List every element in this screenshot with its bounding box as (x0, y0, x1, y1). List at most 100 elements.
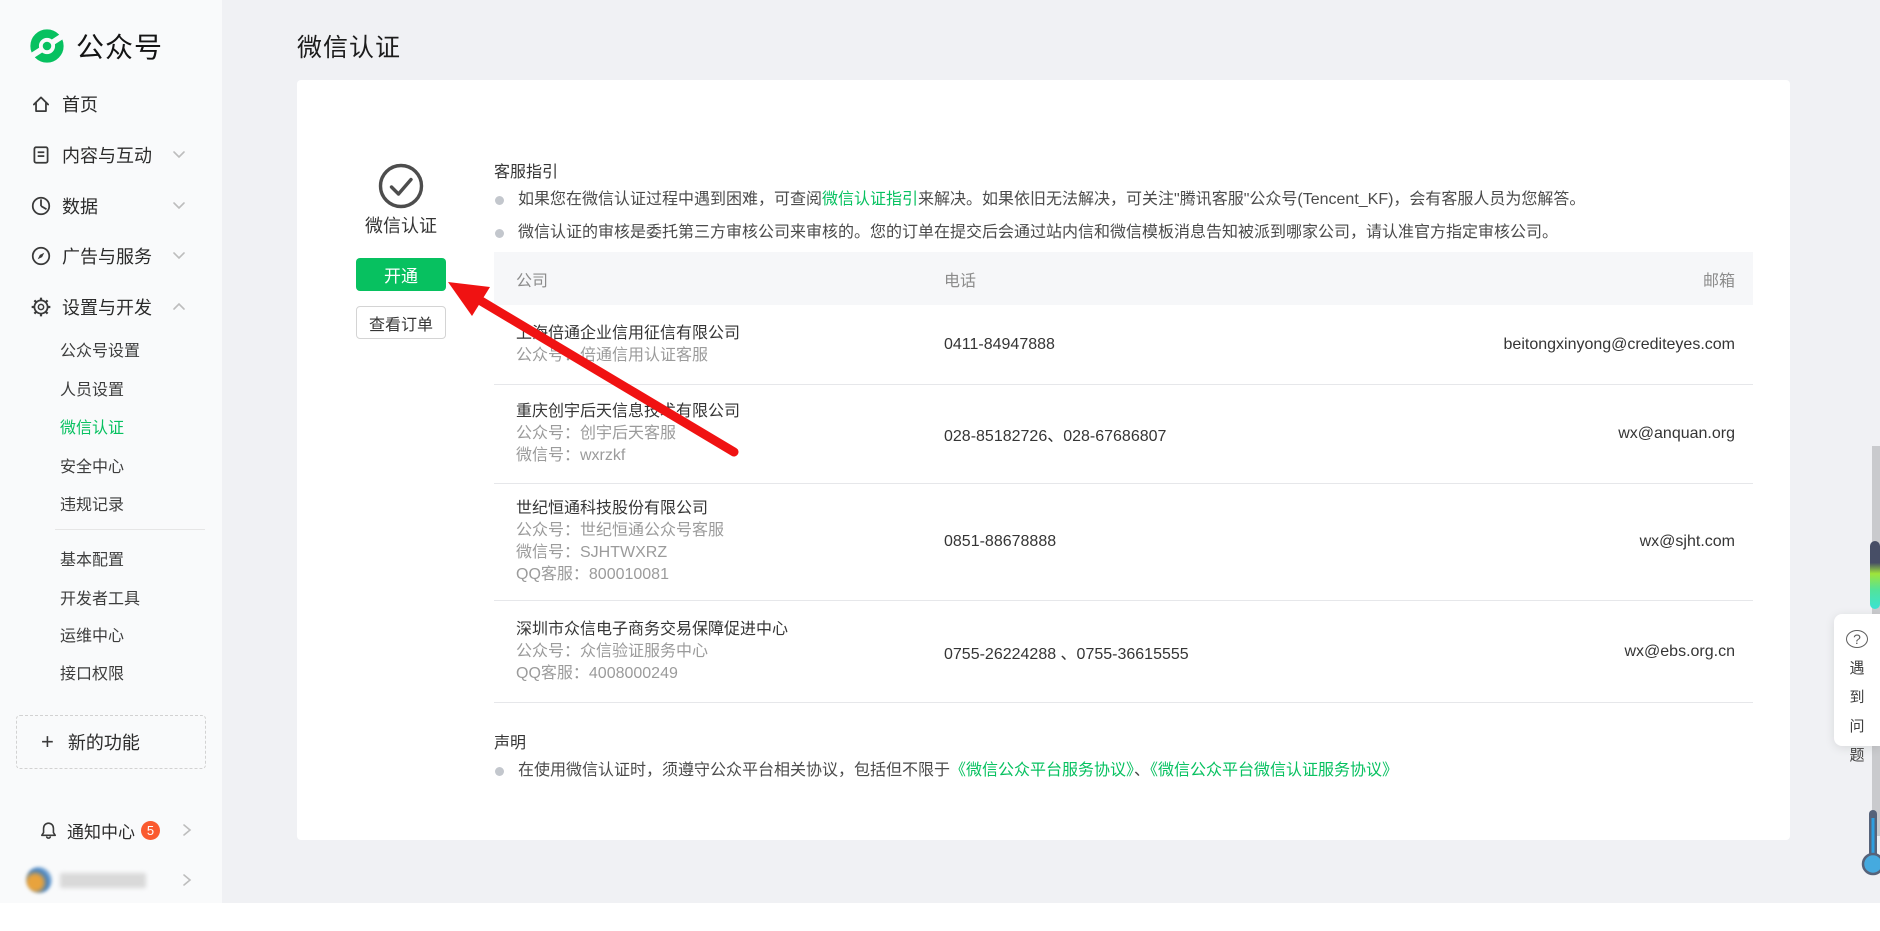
thermometer-extension-icon[interactable] (1858, 806, 1880, 878)
status-label: 微信认证 (321, 212, 481, 238)
chevron-up-icon (172, 302, 186, 312)
help-widget[interactable]: ? 遇到问题 (1834, 614, 1880, 746)
phone-cell: 0755-26224288 、0755-36615555 (944, 640, 1454, 664)
phone-cell: 028-85182726、028-67686807 (944, 422, 1454, 446)
email-cell: wx@ebs.org.cn (1454, 643, 1753, 661)
company-detail: 微信号：wxrzkf (516, 445, 944, 467)
company-cell: 上海倍通企业信用征信有限公司 公众号：倍通信用认证客服 (494, 323, 944, 367)
notification-label: 通知中心 (67, 818, 135, 843)
account-name-redacted (60, 873, 146, 888)
guide-bullet-text: 微信认证的审核是委托第三方审核公司来审核的。您的订单在提交后会通过站内信和微信模… (518, 223, 1558, 243)
bottom-strip (0, 903, 1880, 931)
sidebar-item-data[interactable]: 数据 (0, 188, 222, 224)
verification-card: 微信认证 开通 查看订单 客服指引 如果您在微信认证过程中遇到困难，可查阅微信认… (297, 80, 1790, 840)
guide-bullet-text: 如果您在微信认证过程中遇到困难，可查阅微信认证指引来解决。如果依旧无法解决，可关… (518, 190, 1585, 210)
bullet-dot (495, 196, 504, 205)
company-detail: 公众号：倍通信用认证客服 (516, 345, 944, 367)
help-widget-label: 遇到问题 (1848, 654, 1866, 770)
verification-agreement-link[interactable]: 《微信公众平台微信认证服务协议》 (1150, 762, 1398, 779)
sidebar-item-ops-center[interactable]: 运维中心 (60, 622, 124, 646)
compass-icon (30, 245, 52, 267)
sidebar-divider (55, 529, 205, 530)
scrollbar-thumb[interactable] (1870, 541, 1880, 609)
brand-name: 公众号 (76, 26, 163, 66)
sidebar-item-wechat-verification[interactable]: 微信认证 (60, 414, 124, 438)
table-header: 公司 电话 邮箱 (494, 252, 1753, 305)
table-row: 世纪恒通科技股份有限公司 公众号：世纪恒通公众号客服 微信号：SJHTWXRZ … (494, 484, 1753, 601)
company-cell: 深圳市众信电子商务交易保障促进中心 公众号：众信验证服务中心 QQ客服：4008… (494, 619, 944, 685)
account-switcher[interactable] (0, 862, 222, 898)
review-companies-table: 公司 电话 邮箱 上海倍通企业信用征信有限公司 公众号：倍通信用认证客服 041… (494, 252, 1753, 703)
guide-text: 来解决。如果依旧无法解决，可关注"腾讯客服"公众号(Tencent_KF)，会有… (918, 191, 1585, 208)
check-circle-icon (377, 162, 425, 210)
phone-cell: 0411-84947888 (944, 336, 1454, 354)
statement-title: 声明 (494, 729, 526, 753)
sidebar-item-settings[interactable]: 设置与开发 (0, 289, 222, 325)
table-row: 重庆创宇后天信息技术有限公司 公众号：创宇后天客服 微信号：wxrzkf 028… (494, 385, 1753, 484)
sidebar-item-basic-config[interactable]: 基本配置 (60, 546, 124, 570)
sidebar-item-security-center[interactable]: 安全中心 (60, 453, 124, 477)
bell-icon (38, 820, 59, 841)
statement-text: 在使用微信认证时，须遵守公众平台相关协议，包括但不限于《微信公众平台服务协议》、… (518, 761, 1398, 781)
sidebar-item-violation-records[interactable]: 违规记录 (60, 491, 124, 515)
platform-agreement-link[interactable]: 《微信公众平台服务协议》 (950, 762, 1134, 779)
statement-pre: 在使用微信认证时，须遵守公众平台相关协议，包括但不限于 (518, 762, 950, 779)
avatar (26, 867, 52, 893)
bullet-dot (495, 229, 504, 238)
header-email: 邮箱 (1454, 267, 1753, 291)
sidebar-item-account-settings[interactable]: 公众号设置 (60, 337, 140, 361)
view-orders-button[interactable]: 查看订单 (356, 306, 446, 339)
company-cell: 世纪恒通科技股份有限公司 公众号：世纪恒通公众号客服 微信号：SJHTWXRZ … (494, 498, 944, 586)
company-detail: QQ客服：4008000249 (516, 663, 944, 685)
guide-text: 如果您在微信认证过程中遇到困难，可查阅 (518, 191, 822, 208)
new-feature-label: 新的功能 (68, 729, 140, 755)
email-cell: wx@sjht.com (1454, 533, 1753, 551)
header-phone: 电话 (944, 267, 1454, 291)
chevron-right-icon (182, 873, 192, 887)
company-name: 深圳市众信电子商务交易保障促进中心 (516, 619, 944, 641)
gear-icon (30, 296, 52, 318)
company-detail: 公众号：创宇后天客服 (516, 423, 944, 445)
table-row: 上海倍通企业信用征信有限公司 公众号：倍通信用认证客服 0411-8494788… (494, 305, 1753, 385)
activate-button[interactable]: 开通 (356, 258, 446, 291)
company-name: 世纪恒通科技股份有限公司 (516, 498, 944, 520)
wechat-mp-logo-icon (28, 27, 66, 65)
phone-cell: 0851-88678888 (944, 533, 1454, 551)
company-detail: QQ客服：800010081 (516, 564, 944, 586)
sidebar-item-ads[interactable]: 广告与服务 (0, 238, 222, 274)
sidebar-item-home[interactable]: 首页 (0, 86, 222, 122)
company-detail: 公众号：世纪恒通公众号客服 (516, 520, 944, 542)
data-pie-icon (30, 195, 52, 217)
company-detail: 公众号：众信验证服务中心 (516, 641, 944, 663)
company-name: 上海倍通企业信用征信有限公司 (516, 323, 944, 345)
sidebar: 公众号 首页 内容与互动 数据 广告与服务 (0, 0, 222, 931)
email-cell: beitongxinyong@crediteyes.com (1454, 336, 1753, 354)
guide-bullet: 如果您在微信认证过程中遇到困难，可查阅微信认证指引来解决。如果依旧无法解决，可关… (494, 190, 1754, 210)
chevron-down-icon (172, 150, 186, 160)
sidebar-item-developer-tools[interactable]: 开发者工具 (60, 585, 140, 609)
new-feature-button[interactable]: + 新的功能 (16, 715, 206, 769)
guide-bullet: 微信认证的审核是委托第三方审核公司来审核的。您的订单在提交后会通过站内信和微信模… (494, 223, 1754, 243)
sidebar-item-content[interactable]: 内容与互动 (0, 137, 222, 173)
page-title: 微信认证 (297, 28, 401, 64)
email-cell: wx@anquan.org (1454, 425, 1753, 443)
document-icon (30, 144, 52, 166)
brand[interactable]: 公众号 (28, 26, 163, 66)
sidebar-item-label: 设置与开发 (62, 294, 152, 320)
sidebar-item-label: 内容与互动 (62, 142, 152, 168)
sidebar-item-label: 数据 (62, 193, 98, 219)
company-name: 重庆创宇后天信息技术有限公司 (516, 401, 944, 423)
bullet-dot (495, 767, 504, 776)
sidebar-item-label: 首页 (62, 91, 98, 117)
notification-badge: 5 (141, 821, 160, 840)
sidebar-item-staff-settings[interactable]: 人员设置 (60, 376, 124, 400)
notification-center[interactable]: 通知中心 5 (0, 812, 222, 848)
plus-icon: + (41, 729, 54, 755)
sidebar-item-api-permissions[interactable]: 接口权限 (60, 660, 124, 684)
chevron-down-icon (172, 251, 186, 261)
header-company: 公司 (494, 267, 944, 291)
verification-guide-link[interactable]: 微信认证指引 (822, 191, 918, 208)
guide-title: 客服指引 (494, 158, 558, 182)
company-detail: 微信号：SJHTWXRZ (516, 542, 944, 564)
chevron-right-icon (182, 823, 192, 837)
